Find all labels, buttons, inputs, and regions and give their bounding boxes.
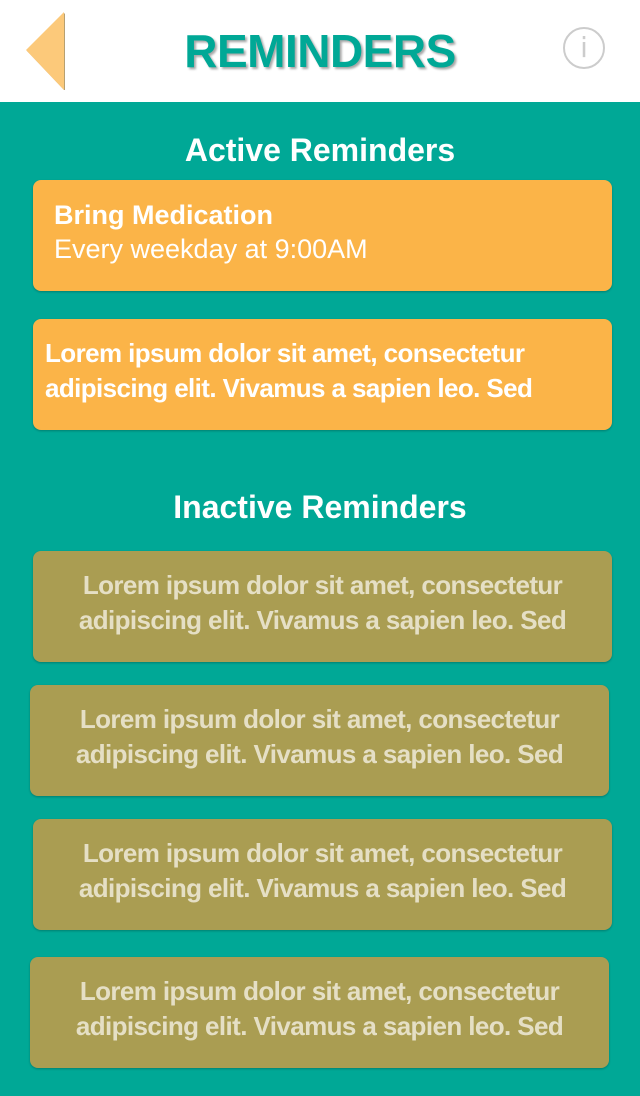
reminder-card-active[interactable]: Bring Medication Every weekday at 9:00AM [33,180,612,291]
reminder-text: Lorem ipsum dolor sit amet, consectetur … [75,976,564,1041]
header: REMINDERS i [0,0,640,102]
inactive-reminders-heading: Inactive Reminders [173,489,467,525]
reminder-card-active[interactable]: Lorem ipsum dolor sit amet, consectetur … [33,319,612,430]
active-reminders-heading: Active Reminders [184,132,456,168]
reminder-text: Lorem ipsum dolor sit amet, consectetur … [78,838,567,903]
reminder-schedule: Every weekday at 9:00AM [54,234,368,264]
reminder-title: Bring Medication [54,200,274,230]
reminder-text: Lorem ipsum dolor sit amet, consectetur … [75,704,564,769]
reminder-text: Lorem ipsum dolor sit amet, consectetur … [78,570,567,635]
reminder-card-inactive[interactable]: Lorem ipsum dolor sit amet, consectetur … [30,957,609,1068]
reminder-card-inactive[interactable]: Lorem ipsum dolor sit amet, consectetur … [33,551,612,662]
reminder-card-inactive[interactable]: Lorem ipsum dolor sit amet, consectetur … [30,685,609,796]
reminder-card-inactive[interactable]: Lorem ipsum dolor sit amet, consectetur … [33,819,612,930]
page-title: REMINDERS [184,25,456,77]
info-icon[interactable]: i [563,27,605,69]
reminder-text: Lorem ipsum dolor sit amet, consectetur … [45,338,533,403]
